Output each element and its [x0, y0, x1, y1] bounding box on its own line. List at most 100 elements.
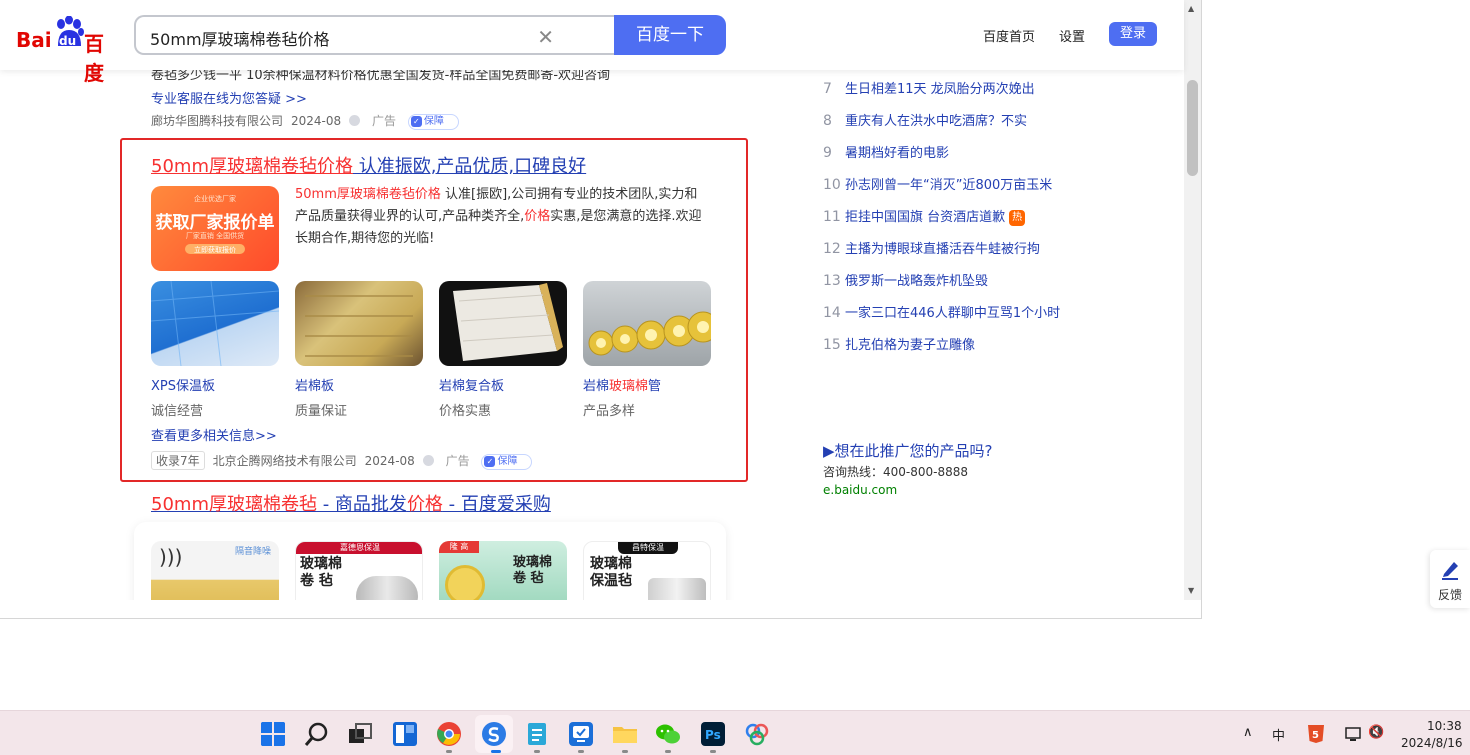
ad1-date: 2024-08 — [291, 114, 342, 128]
product-card-rockwool-composite[interactable]: 岩棉复合板 价格实惠 — [439, 281, 567, 419]
html5-icon[interactable]: 5 — [1306, 724, 1326, 744]
widgets-icon[interactable] — [392, 721, 418, 747]
svg-text:5: 5 — [1312, 730, 1319, 741]
product-name[interactable]: 岩棉玻璃棉管 — [583, 375, 711, 394]
vertical-scrollbar[interactable]: ▲ ▼ — [1184, 0, 1201, 600]
search-icon[interactable] — [304, 721, 330, 747]
ad1-guarantee-badge[interactable]: ✓ 保障 — [407, 114, 459, 130]
result3-image[interactable]: 嘉德恩保温 玻璃棉 卷 毡 — [295, 541, 423, 600]
product-image-graphic — [151, 281, 279, 366]
pen-icon — [1442, 562, 1458, 580]
hot-item[interactable]: 13 俄罗斯一战略轰炸机坠毁 — [823, 270, 988, 290]
feedback-button[interactable]: 反馈 — [1430, 550, 1470, 608]
clock-date[interactable]: 2024/8/16 — [1401, 736, 1463, 750]
ad2-meta: 收录7年 北京企腾网络技术有限公司 2024-08 广告 ✓ 保障 — [151, 451, 540, 470]
product-card-rockwool-pipe[interactable]: 岩棉玻璃棉管 产品多样 — [583, 281, 711, 419]
sogou-browser-icon[interactable] — [481, 721, 507, 747]
network-icon[interactable] — [1344, 724, 1364, 744]
ad2-description: 50mm厚玻璃棉卷毡价格 认准[振欧],公司拥有专业的技术团队,实力和产品质量获… — [295, 187, 702, 246]
ad1-consult-link[interactable]: 专业客服在线为您答疑 >> — [151, 88, 307, 107]
product-image[interactable] — [151, 281, 279, 366]
active-indicator — [491, 750, 501, 753]
chrome-icon[interactable] — [436, 721, 462, 747]
product-subtitle: 价格实惠 — [439, 404, 492, 419]
photoshop-icon[interactable]: Ps — [700, 721, 726, 747]
search-button[interactable]: 百度一下 — [614, 15, 726, 55]
result3-image-tag: 昌特保温 — [618, 542, 678, 554]
hot-badge: 热 — [1009, 210, 1026, 226]
hot-item[interactable]: 15 扎克伯格为妻子立雕像 — [823, 334, 975, 354]
scrollbar-thumb[interactable] — [1187, 80, 1198, 176]
more-info-link[interactable]: 查看更多相关信息>> — [151, 425, 277, 444]
product-image[interactable] — [439, 281, 567, 366]
ad2-guarantee-badge[interactable]: ✓ 保障 — [481, 454, 533, 470]
search-header: Bai du 百度 50mm厚玻璃棉卷毡价格 ✕ 百度一下 百度首页 设置 登录 — [0, 0, 1184, 85]
login-button[interactable]: 登录 — [1109, 22, 1157, 46]
promo-phone: 咨询热线：400-800-8888 — [823, 465, 969, 479]
result3-image[interactable]: ))) 隔音降噪 — [151, 541, 279, 600]
security-app-icon[interactable] — [568, 721, 594, 747]
result3-image-label: 玻璃棉 卷 毡 — [513, 555, 553, 586]
svg-text:Ps: Ps — [705, 728, 721, 742]
result3-image-tag: 嘉德恩保温 — [340, 543, 380, 552]
taskbar: Ps ∧ 中 5 🔇 10:38 2024/8/16 — [0, 710, 1470, 755]
windows-start-icon[interactable] — [260, 721, 286, 747]
ad-info-icon[interactable] — [422, 455, 434, 466]
hot-item[interactable]: 9 暑期档好看的电影 — [823, 142, 949, 162]
cloud-drive-icon[interactable] — [744, 721, 770, 747]
result3-image-tag: 隆 高 — [439, 541, 479, 553]
search-query[interactable]: 50mm厚玻璃棉卷毡价格 — [150, 26, 330, 50]
volume-muted-icon[interactable]: 🔇 — [1368, 725, 1384, 740]
product-image[interactable] — [583, 281, 711, 366]
running-indicator — [710, 750, 716, 753]
hot-item[interactable]: 12 主播为博眼球直播活吞牛蛙被行拘 — [823, 238, 1040, 258]
product-image-graphic — [453, 283, 563, 361]
baidu-home-link[interactable]: 百度首页 — [983, 26, 1035, 45]
ad2-date: 2024-08 — [364, 454, 415, 468]
banner-pill: 立即获取报价 — [185, 244, 245, 254]
product-name[interactable]: 岩棉复合板 — [439, 375, 567, 394]
ime-indicator[interactable]: 中 — [1272, 725, 1285, 744]
product-card-xps[interactable]: XPS保温板 诚信经营 — [151, 281, 279, 419]
wechat-icon[interactable] — [655, 721, 681, 747]
task-view-icon[interactable] — [347, 721, 373, 747]
running-indicator — [534, 750, 540, 753]
hot-item[interactable]: 8 重庆有人在洪水中吃酒席？不实 — [823, 110, 1027, 130]
result3-image[interactable]: 昌特保温 玻璃棉 保温毡 — [583, 541, 711, 600]
product-card-rockwool-board[interactable]: 岩棉板 质量保证 — [295, 281, 423, 419]
result3-image-label: 玻璃棉 保温毡 — [590, 556, 632, 589]
notepad-icon[interactable] — [524, 721, 550, 747]
running-indicator — [578, 750, 584, 753]
browser-window: 卷毡多少钱一平 10余种保温材料价格优惠全国发货-样品全国免费邮寄-欢迎咨询 专… — [0, 0, 1202, 619]
shield-icon: ✓ — [484, 456, 496, 467]
hot-item[interactable]: 7 生日相差11天 龙凤胎分两次娩出 — [823, 78, 1035, 98]
file-explorer-icon[interactable] — [612, 721, 638, 747]
product-subtitle: 产品多样 — [583, 404, 636, 419]
indexed-years-badge: 收录7年 — [151, 451, 205, 470]
scroll-up-icon[interactable]: ▲ — [1188, 4, 1194, 13]
hot-item[interactable]: 10 孙志刚曾一年“消灭”近800万亩玉米 — [823, 174, 1052, 194]
sound-wave-icon: ))) — [159, 545, 183, 569]
settings-link[interactable]: 设置 — [1059, 26, 1085, 45]
scroll-down-icon[interactable]: ▼ — [1188, 586, 1194, 595]
chevron-up-icon[interactable]: ∧ — [1243, 725, 1253, 740]
result3-image[interactable]: 隆 高 玻璃棉 卷 毡 — [439, 541, 567, 600]
ad1-meta: 廊坊华图腾科技有限公司 2024-08 广告 ✓ 保障 — [151, 112, 467, 130]
product-image[interactable] — [295, 281, 423, 366]
baidu-logo[interactable]: Bai du 百度 — [16, 16, 120, 85]
hot-item[interactable]: 11 拒挂中国国旗 台资酒店道歉热 — [823, 206, 1026, 226]
product-name[interactable]: 岩棉板 — [295, 375, 423, 394]
hot-item[interactable]: 14 一家三口在446人群聊中互骂1个小时 — [823, 302, 1060, 322]
search-input[interactable]: 50mm厚玻璃棉卷毡价格 ✕ — [134, 15, 616, 55]
clock-time[interactable]: 10:38 — [1427, 719, 1462, 733]
running-indicator — [446, 750, 452, 753]
ad2-banner-image[interactable]: 企业优选厂家 获取厂家报价单 厂家直销 全国供货 立即获取报价 — [151, 186, 279, 271]
promo-site-link[interactable]: e.baidu.com — [823, 483, 897, 497]
ad2-ad-label: 广告 — [445, 454, 470, 468]
promo-link[interactable]: ▶想在此推广您的产品吗? — [823, 440, 993, 461]
product-name[interactable]: XPS保温板 — [151, 375, 279, 394]
ad-info-icon[interactable] — [349, 115, 361, 126]
close-icon[interactable]: ✕ — [537, 25, 554, 49]
result3-title-link[interactable]: 50mm厚玻璃棉卷毡 - 商品批发价格 - 百度爱采购 — [151, 490, 551, 516]
ad2-title-link[interactable]: 50mm厚玻璃棉卷毡价格 认准振欧,产品优质,口碑良好 — [151, 152, 586, 178]
